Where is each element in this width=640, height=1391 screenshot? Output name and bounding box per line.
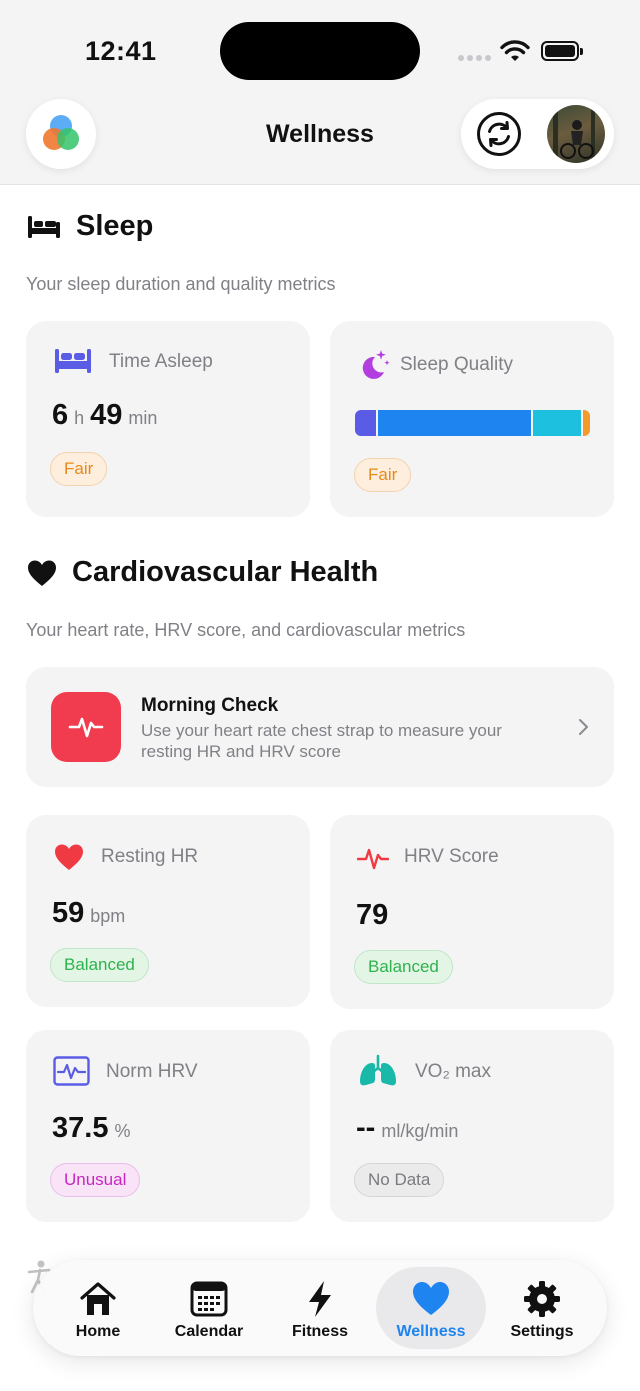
morning-check-title: Morning Check (141, 695, 279, 716)
dynamic-island (220, 22, 420, 80)
vo2max-label: VO₂ max (415, 1061, 491, 1082)
bolt-icon (309, 1281, 331, 1317)
resting-hr-unit: bpm (90, 906, 126, 926)
vo2max-card[interactable]: VO₂ max -- ml/kg/min No Data (330, 1030, 614, 1222)
tab-bar: Home Calendar Fitness Wellness Settings (33, 1260, 607, 1356)
status-badge: Balanced (354, 950, 453, 984)
tab-label: Calendar (174, 1323, 244, 1340)
hrv-score-value: 79 (356, 899, 388, 932)
sleep-stages-bar (355, 410, 590, 436)
avatar-photo (553, 105, 595, 163)
heartbeat-icon (357, 848, 389, 870)
status-badge: No Data (354, 1163, 445, 1197)
hours-value: 6 (52, 399, 69, 431)
header-actions (461, 99, 614, 169)
hrv-score-number: 79 (356, 899, 389, 931)
sync-icon[interactable] (476, 111, 522, 157)
heartbeat-icon (68, 717, 104, 738)
resting-hr-number: 59 (52, 897, 85, 929)
time-asleep-label: Time Asleep (109, 351, 213, 372)
vo2max-unit: ml/kg/min (381, 1121, 459, 1141)
cardio-section-title: Cardiovascular Health (72, 556, 379, 588)
norm-hrv-card[interactable]: Norm HRV 37.5 % Unusual (26, 1030, 310, 1222)
minutes-unit: min (128, 408, 158, 428)
sleep-quality-card[interactable]: Sleep Quality Fair (330, 321, 614, 517)
tab-label: Home (75, 1323, 121, 1340)
status-badge: Balanced (50, 948, 149, 982)
tab-label: Settings (510, 1323, 574, 1340)
status-time: 12:41 (85, 36, 157, 66)
top-bar: 12:41 Wellness (0, 0, 640, 185)
wellness-screen: 12:41 Wellness Sleep Your sleep duration… (0, 0, 640, 1391)
status-badge: Fair (354, 458, 412, 492)
hrv-score-label: HRV Score (404, 846, 499, 867)
status-badge: Fair (50, 452, 108, 486)
moon-stars-icon (362, 350, 390, 379)
morning-check-card[interactable]: Morning Check Use your heart rate chest … (26, 667, 614, 787)
bed-icon (28, 215, 60, 238)
chevron-right-icon (579, 719, 588, 735)
cardio-section-subtitle: Your heart rate, HRV score, and cardiova… (26, 620, 466, 640)
sleep-stage-segment-4 (583, 410, 590, 436)
norm-hrv-label: Norm HRV (106, 1061, 198, 1082)
morning-check-description: Use your heart rate chest strap to measu… (141, 721, 502, 761)
norm-hrv-value: 37.5 % (52, 1112, 130, 1145)
sleep-stage-segment-2 (377, 410, 532, 436)
norm-hrv-unit: % (114, 1121, 131, 1141)
heart-icon (55, 844, 83, 870)
heart-icon (413, 1282, 449, 1315)
resting-hr-value: 59 bpm (52, 897, 125, 930)
heart-icon (28, 560, 56, 586)
hrv-score-card[interactable]: HRV Score 79 Balanced (330, 815, 614, 1009)
waveform-monitor-icon (53, 1056, 90, 1086)
resting-hr-label: Resting HR (101, 846, 199, 867)
lungs-icon (360, 1054, 396, 1086)
home-icon (80, 1282, 116, 1315)
norm-hrv-number: 37.5 (52, 1112, 109, 1144)
bed-icon (55, 349, 91, 373)
sleep-stage-segment-1 (355, 410, 376, 436)
cardio-section-header: Cardiovascular Health (26, 556, 378, 589)
tab-settings[interactable]: Settings (487, 1267, 597, 1349)
gear-icon (524, 1281, 560, 1317)
cellular-signal-icon (458, 55, 491, 61)
sleep-section-title: Sleep (76, 210, 154, 242)
tab-label: Fitness (291, 1323, 348, 1340)
tab-home[interactable]: Home (43, 1267, 153, 1349)
vo2max-number: -- (356, 1112, 376, 1144)
tab-fitness[interactable]: Fitness (265, 1267, 375, 1349)
status-badge: Unusual (50, 1163, 141, 1197)
tab-label: Wellness (396, 1323, 466, 1340)
morning-check-icon-tile (51, 692, 121, 762)
sleep-section-subtitle: Your sleep duration and quality metrics (26, 274, 336, 294)
time-asleep-value: 6 h 49 min (52, 399, 157, 432)
time-asleep-card[interactable]: Time Asleep 6 h 49 min Fair (26, 321, 310, 517)
sleep-stage-segment-3 (533, 410, 582, 436)
tab-calendar[interactable]: Calendar (154, 1267, 264, 1349)
hours-unit: h (74, 408, 85, 428)
vo2max-value: -- ml/kg/min (356, 1112, 458, 1145)
sleep-section-header: Sleep (26, 210, 153, 243)
avatar[interactable] (547, 105, 605, 163)
wifi-icon (500, 40, 530, 61)
minutes-value: 49 (90, 399, 123, 431)
tab-wellness[interactable]: Wellness (376, 1267, 486, 1349)
resting-hr-card[interactable]: Resting HR 59 bpm Balanced (26, 815, 310, 1007)
battery-icon (541, 41, 583, 61)
calendar-icon (190, 1281, 228, 1317)
sleep-quality-label: Sleep Quality (400, 354, 514, 375)
